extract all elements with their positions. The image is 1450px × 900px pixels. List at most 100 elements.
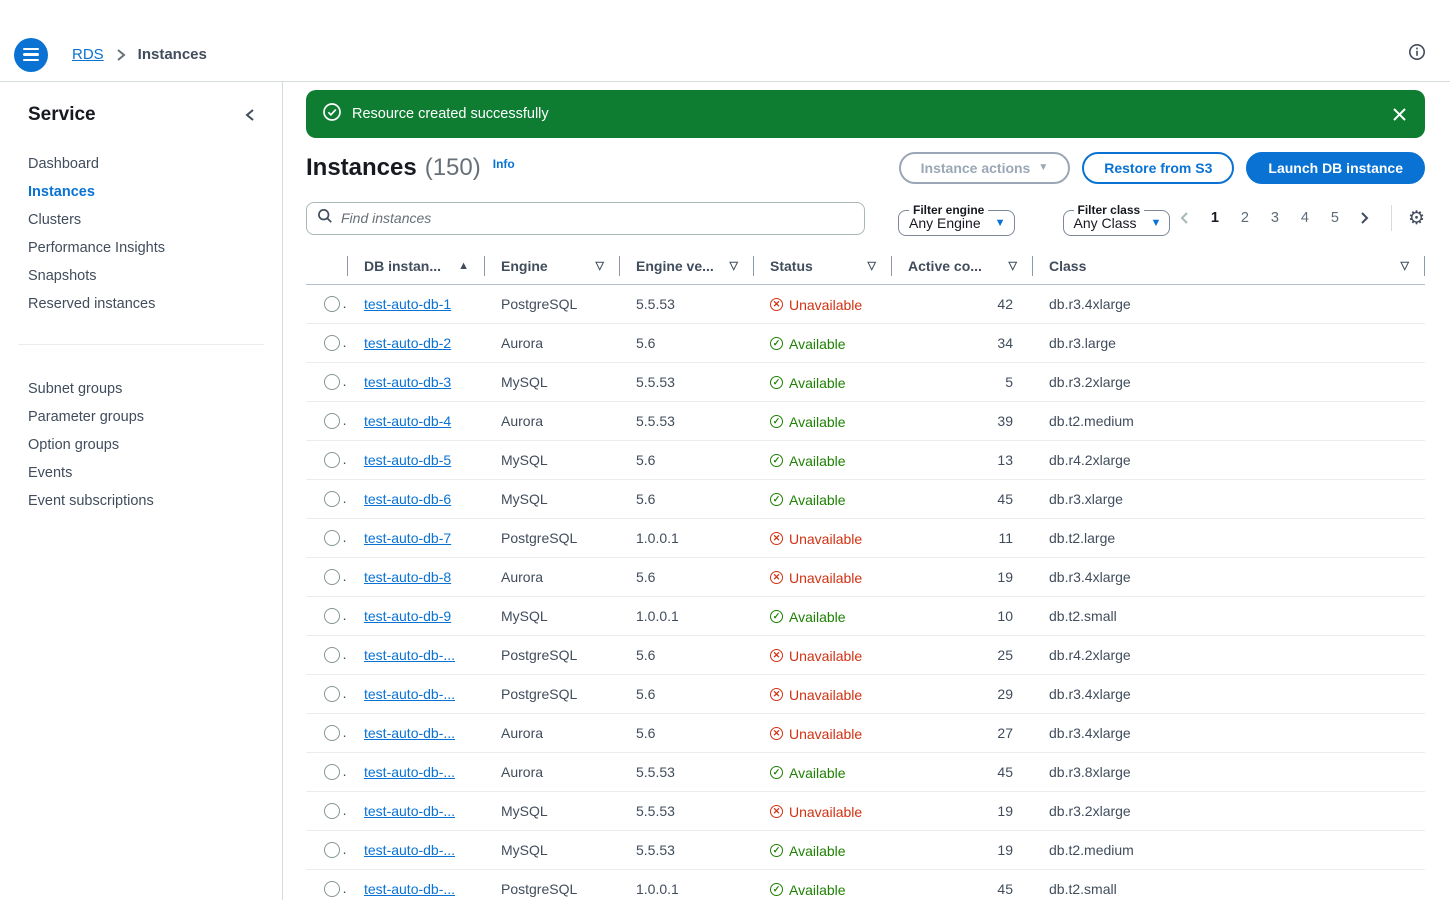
table-row: test-auto-db-... PostgreSQL 5.6 Unavaila… [306,635,1425,675]
table-row: test-auto-db-4 Aurora 5.5.53 Available 3… [306,401,1425,441]
row-radio-button[interactable] [324,842,340,859]
sort-icon[interactable]: ▽ [1009,259,1017,272]
breadcrumb-current: Instances [137,46,207,63]
column-header-db-instance[interactable]: DB instan... ▲ [348,248,485,285]
launch-db-instance-button[interactable]: Launch DB instance [1246,152,1425,184]
sidebar-item-parameter-groups[interactable]: Parameter groups [0,403,282,431]
db-instance-link[interactable]: test-auto-db-9 [364,608,451,624]
row-radio-button[interactable] [324,491,340,508]
sidebar-item-subnet-groups[interactable]: Subnet groups [0,375,282,403]
info-icon[interactable] [1408,43,1426,66]
sidebar-section-groups: Subnet groups Parameter groups Option gr… [0,375,282,515]
row-radio-button[interactable] [324,569,340,586]
status-icon [770,610,783,624]
table-row: test-auto-db-... MySQL 5.5.53 Available … [306,830,1425,870]
active-connections-cell: 19 [892,830,1033,870]
row-radio-button[interactable] [324,608,340,625]
pagination-page-3[interactable]: 3 [1263,206,1287,230]
db-instance-link[interactable]: test-auto-db-... [364,725,455,741]
filter-class-select[interactable]: Filter class Any Class ▼ [1062,203,1171,236]
table-row: test-auto-db-... MySQL 5.5.53 Unavailabl… [306,791,1425,831]
sidebar: Service Dashboard Instances Clusters Per… [0,82,283,900]
db-instance-link[interactable]: test-auto-db-8 [364,569,451,585]
db-instance-link[interactable]: test-auto-db-... [364,764,455,780]
sort-icon[interactable]: ▽ [868,259,876,272]
pagination-page-1[interactable]: 1 [1203,206,1227,230]
sidebar-item-clusters[interactable]: Clusters [0,206,282,234]
db-instance-link[interactable]: test-auto-db-... [364,881,455,897]
sidebar-title: Service [28,104,96,125]
sidebar-item-snapshots[interactable]: Snapshots [0,262,282,290]
row-radio-button[interactable] [324,452,340,469]
sort-asc-icon[interactable]: ▲ [458,260,469,272]
status-icon [770,727,783,741]
engine-version-cell: 5.6 [620,674,754,714]
table-settings-gear-icon[interactable]: ⚙ [1408,209,1425,228]
caret-down-icon: ▼ [1150,217,1162,229]
sidebar-item-event-subscriptions[interactable]: Event subscriptions [0,487,282,515]
class-cell: db.r3.4xlarge [1033,557,1425,597]
banner-close-icon[interactable] [1392,107,1407,122]
db-instance-link[interactable]: test-auto-db-4 [364,413,451,429]
pagination-next-icon[interactable] [1353,206,1377,230]
db-instance-link[interactable]: test-auto-db-5 [364,452,451,468]
db-instance-link[interactable]: test-auto-db-... [364,647,455,663]
row-radio-button[interactable] [324,296,340,313]
row-radio-button[interactable] [324,374,340,391]
pagination-page-4[interactable]: 4 [1293,206,1317,230]
sidebar-item-dashboard[interactable]: Dashboard [0,150,282,178]
engine-version-cell: 5.5.53 [620,752,754,792]
sidebar-item-option-groups[interactable]: Option groups [0,431,282,459]
column-header-active-connections[interactable]: Active co... ▽ [892,248,1033,285]
status-icon [770,376,783,390]
sort-icon[interactable]: ▽ [1401,259,1409,272]
pagination-page-5[interactable]: 5 [1323,206,1347,230]
db-instance-link[interactable]: test-auto-db-1 [364,296,451,312]
row-radio-button[interactable] [324,647,340,664]
pagination-page-2[interactable]: 2 [1233,206,1257,230]
row-radio-button[interactable] [324,335,340,352]
row-radio-button[interactable] [324,881,340,898]
row-radio-button[interactable] [324,413,340,430]
column-header-status[interactable]: Status ▽ [754,248,892,285]
hamburger-menu-icon[interactable] [14,37,48,72]
filter-engine-select[interactable]: Filter engine Any Engine ▼ [898,203,1015,236]
db-instance-link[interactable]: test-auto-db-7 [364,530,451,546]
column-header-class[interactable]: Class ▽ [1033,248,1425,285]
pagination-prev-icon[interactable] [1173,206,1197,230]
column-header-engine[interactable]: Engine ▽ [485,248,620,285]
class-cell: db.r3.2xlarge [1033,791,1425,831]
instance-actions-button[interactable]: Instance actions ▼ [898,152,1071,184]
db-instance-link[interactable]: test-auto-db-... [364,842,455,858]
db-instance-link[interactable]: test-auto-db-6 [364,491,451,507]
restore-from-s3-button[interactable]: Restore from S3 [1082,152,1235,184]
row-radio-button[interactable] [324,686,340,703]
status-icon [770,454,783,468]
column-header-engine-version[interactable]: Engine ve... ▽ [620,248,754,285]
sidebar-item-reserved-instances[interactable]: Reserved instances [0,290,282,318]
search-input[interactable] [341,210,854,226]
active-connections-cell: 10 [892,596,1033,636]
db-instance-link[interactable]: test-auto-db-... [364,686,455,702]
sidebar-item-events[interactable]: Events [0,459,282,487]
status-cell: Unavailable [754,791,892,831]
breadcrumb-rds-link[interactable]: RDS [72,46,104,63]
sidebar-item-instances[interactable]: Instances [0,178,282,206]
row-radio-button[interactable] [324,530,340,547]
sidebar-item-performance-insights[interactable]: Performance Insights [0,234,282,262]
row-radio-button[interactable] [324,803,340,820]
row-radio-button[interactable] [324,764,340,781]
engine-cell: Aurora [485,557,620,597]
info-link[interactable]: Info [493,157,515,171]
table-row: test-auto-db-... Aurora 5.6 Unavailable … [306,713,1425,753]
sort-icon[interactable]: ▽ [596,259,604,272]
status-label: Unavailable [789,686,863,703]
sort-icon[interactable]: ▽ [730,259,738,272]
db-instance-link[interactable]: test-auto-db-2 [364,335,451,351]
row-radio-button[interactable] [324,725,340,742]
sidebar-collapse-icon[interactable] [244,107,256,123]
status-cell: Available [754,362,892,402]
db-instance-link[interactable]: test-auto-db-3 [364,374,451,390]
engine-version-cell: 5.6 [620,713,754,753]
db-instance-link[interactable]: test-auto-db-... [364,803,455,819]
